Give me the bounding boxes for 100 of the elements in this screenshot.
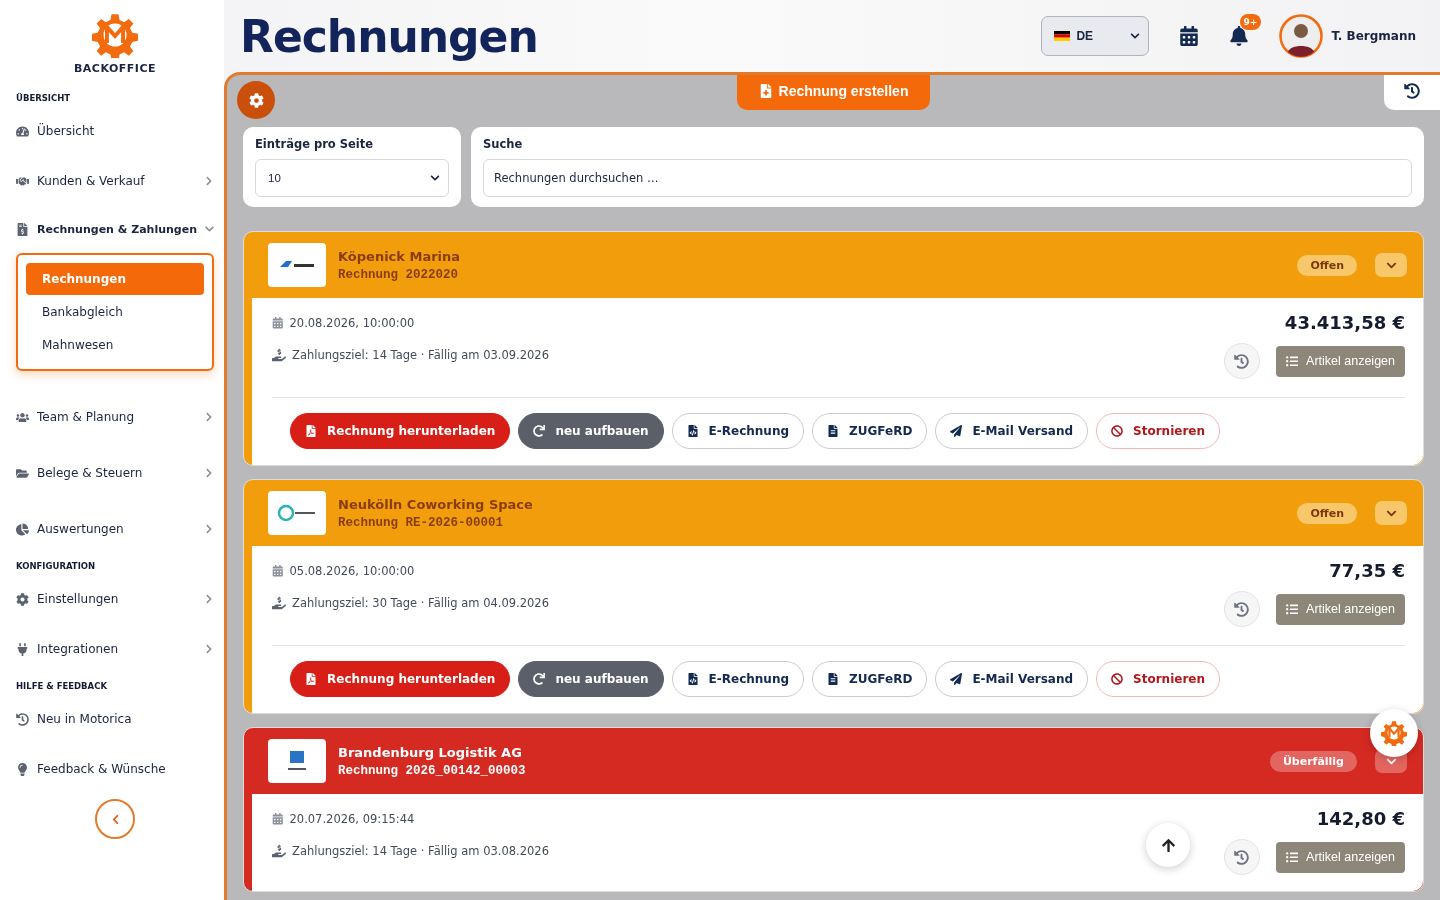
language-select[interactable]: DE bbox=[1041, 16, 1150, 56]
hand-money-icon bbox=[272, 596, 286, 610]
search-field[interactable]: Rechnungen durchsuchen … bbox=[483, 159, 1412, 197]
calendar-icon bbox=[272, 565, 284, 577]
invoice-amount: 43.413,58 € bbox=[1284, 312, 1405, 333]
expand-button[interactable] bbox=[1375, 253, 1407, 277]
bell-icon bbox=[1229, 26, 1250, 46]
per-page-select[interactable]: 10 bbox=[255, 159, 449, 197]
submenu-item[interactable]: Mahnwesen bbox=[26, 329, 204, 361]
refresh-icon bbox=[533, 673, 546, 685]
gear-logo-icon bbox=[1381, 720, 1407, 746]
action-button[interactable]: E-Rechnung bbox=[671, 413, 805, 449]
show-items-button[interactable]: Artikel anzeigen bbox=[1275, 593, 1405, 625]
status-badge: Offen bbox=[1297, 502, 1357, 524]
history-icon bbox=[16, 712, 29, 726]
action-button[interactable]: Stornieren bbox=[1096, 413, 1220, 449]
chevron-right-icon bbox=[204, 594, 214, 604]
section-heading: ÜBERSICHT bbox=[16, 93, 72, 103]
chevron-down-icon bbox=[430, 173, 440, 183]
action-button[interactable]: E-Mail Versand bbox=[935, 413, 1089, 449]
calendar-button[interactable] bbox=[1179, 26, 1200, 46]
history-icon bbox=[1234, 849, 1250, 865]
invoice-date: 05.08.2026, 10:00:00 bbox=[289, 564, 415, 578]
chevron-right-icon bbox=[204, 176, 214, 186]
calendar-icon bbox=[1179, 26, 1200, 46]
payment-terms: Zahlungsziel: 14 Tage · Fällig am 03.09.2026 bbox=[292, 348, 549, 362]
gear-icon bbox=[16, 592, 29, 606]
plug-icon bbox=[16, 642, 29, 656]
invoice-amount: 77,35 € bbox=[1329, 560, 1405, 581]
paper-plane-icon bbox=[950, 425, 963, 437]
status-badge: Offen bbox=[1297, 254, 1357, 276]
action-button[interactable]: neu aufbauen bbox=[518, 413, 664, 449]
list-icon bbox=[1285, 850, 1299, 864]
company-logo-icon bbox=[268, 739, 326, 783]
history-icon bbox=[1234, 601, 1250, 617]
paper-plane-icon bbox=[950, 673, 963, 685]
sidebar-item[interactable]: Übersicht bbox=[16, 109, 214, 153]
brand-name: BACKOFFICE bbox=[73, 62, 157, 75]
action-button[interactable]: neu aufbauen bbox=[518, 661, 664, 697]
sidebar-item[interactable]: Rechnungen & Zahlungen bbox=[16, 209, 214, 249]
page-title: Rechnungen bbox=[240, 10, 539, 62]
action-button[interactable]: E-Mail Versand bbox=[935, 661, 1089, 697]
history-button[interactable] bbox=[1384, 75, 1440, 110]
show-items-button[interactable]: Artikel anzeigen bbox=[1275, 841, 1405, 873]
document-icon bbox=[827, 673, 840, 685]
settings-icon bbox=[248, 92, 264, 108]
company-logo-icon bbox=[268, 243, 326, 287]
sidebar-item[interactable]: Team & Planung bbox=[16, 389, 214, 445]
sidebar-item[interactable]: Feedback & Wünsche bbox=[16, 741, 214, 797]
pdf-file-icon bbox=[305, 425, 317, 437]
sidebar-item[interactable]: Neu in Motorica bbox=[16, 697, 214, 741]
status-badge: Überfällig bbox=[1269, 750, 1357, 772]
chevron-down-icon bbox=[1130, 31, 1141, 41]
collapse-button[interactable] bbox=[95, 799, 135, 839]
show-items-button[interactable]: Artikel anzeigen bbox=[1275, 345, 1405, 377]
invoice-number: Rechnung 2026_00142_00003 bbox=[338, 763, 527, 778]
chevron-right-icon bbox=[204, 468, 214, 478]
sidebar-item[interactable]: Integrationen bbox=[16, 621, 214, 677]
section-heading: KONFIGURATION bbox=[16, 561, 97, 571]
file-plus-icon bbox=[758, 84, 773, 98]
folder-icon bbox=[16, 466, 29, 480]
chevron-right-icon bbox=[204, 644, 214, 654]
list-icon bbox=[1285, 354, 1299, 368]
payment-terms: Zahlungsziel: 30 Tage · Fällig am 04.09.2026 bbox=[292, 596, 549, 610]
sidebar-item[interactable]: Auswertungen bbox=[16, 501, 214, 557]
sidebar-item[interactable]: Kunden & Verkauf bbox=[16, 153, 214, 209]
notification-count: 9+ bbox=[1239, 14, 1262, 30]
lightbulb-icon bbox=[16, 762, 29, 776]
action-button[interactable]: ZUGFeRD bbox=[812, 413, 928, 449]
document-icon bbox=[827, 425, 840, 437]
sidebar-item[interactable]: Belege & Steuern bbox=[16, 445, 214, 501]
action-button[interactable]: ZUGFeRD bbox=[812, 661, 928, 697]
people-icon bbox=[16, 410, 29, 424]
notifications-button[interactable] bbox=[1229, 26, 1250, 46]
customer-name: Köpenick Marina bbox=[338, 248, 462, 264]
settings-button[interactable] bbox=[237, 81, 275, 119]
ban-icon bbox=[1111, 425, 1124, 437]
action-button[interactable]: Rechnung herunterladen bbox=[290, 661, 511, 697]
submenu-item[interactable]: Bankabgleich bbox=[26, 296, 204, 328]
history-icon bbox=[1404, 83, 1420, 99]
invoice-number: Rechnung 2022020 bbox=[338, 267, 460, 282]
flag-icon bbox=[1054, 31, 1071, 41]
list-icon bbox=[1285, 602, 1299, 616]
ban-icon bbox=[1111, 673, 1124, 685]
action-button[interactable]: Rechnung herunterladen bbox=[290, 413, 511, 449]
chevron-right-icon bbox=[204, 412, 214, 422]
customer-name: Neukölln Coworking Space bbox=[338, 496, 534, 512]
payment-terms: Zahlungsziel: 14 Tage · Fällig am 03.08.2026 bbox=[292, 844, 549, 858]
pie-chart-icon bbox=[16, 522, 29, 536]
expand-button[interactable] bbox=[1375, 501, 1407, 525]
invoice-date: 20.07.2026, 09:15:44 bbox=[289, 812, 415, 826]
hand-money-icon bbox=[272, 844, 286, 858]
action-button[interactable]: E-Rechnung bbox=[671, 661, 805, 697]
field-label: Einträge pro Seite bbox=[255, 137, 375, 151]
calendar-icon bbox=[272, 317, 284, 329]
sidebar-item[interactable]: Einstellungen bbox=[16, 577, 214, 621]
user-avatar[interactable] bbox=[1279, 14, 1324, 58]
code-file-icon bbox=[686, 425, 699, 437]
action-button[interactable]: Stornieren bbox=[1096, 661, 1220, 697]
user-name: T. Bergmann bbox=[1331, 29, 1416, 43]
